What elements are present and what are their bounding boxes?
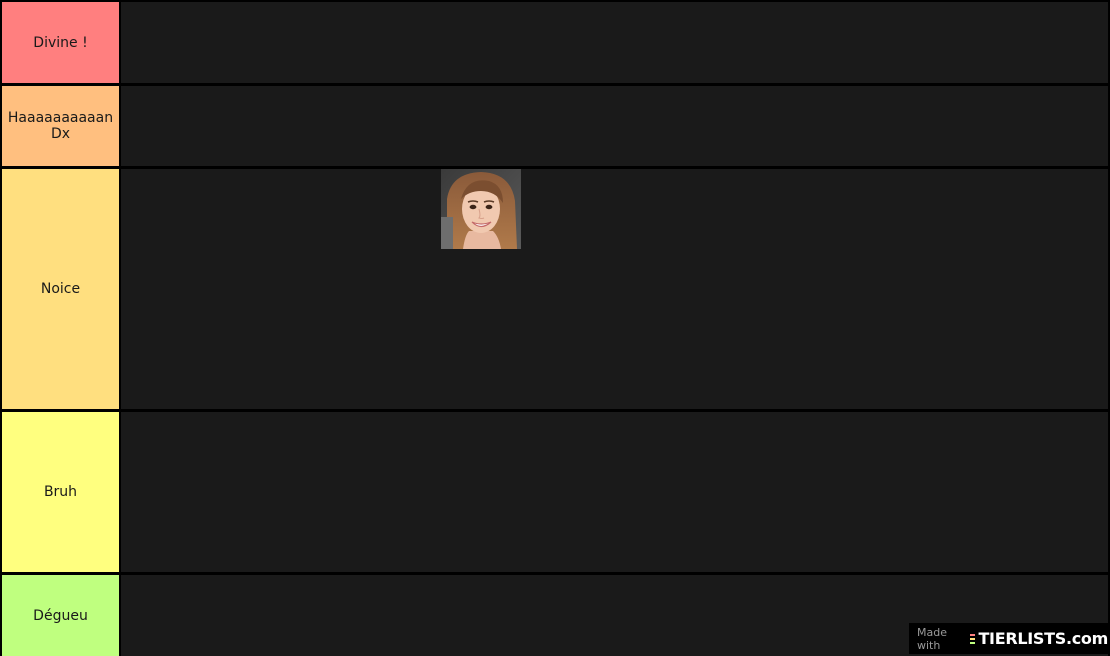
- logo-bar-red: [970, 633, 976, 636]
- tier-drop-zone-haaaan[interactable]: [121, 86, 1108, 166]
- tier-label-bruh[interactable]: Bruh: [2, 412, 119, 572]
- tier-label-haaaan[interactable]: Haaaaaaaaaan Dx: [2, 86, 119, 166]
- tier-label-degueu[interactable]: Dégueu: [2, 575, 119, 656]
- tier-drop-zone-bruh[interactable]: [121, 412, 1108, 572]
- tier-row-noice: Noice: [2, 169, 1108, 409]
- logo-bar-green: [970, 641, 976, 644]
- tierlists-logo-icon: [970, 633, 976, 644]
- made-with-watermark[interactable]: Made with TIERLISTS.com: [909, 623, 1108, 654]
- tierlists-brand: TIERLISTS.com: [978, 629, 1108, 648]
- tier-label-noice[interactable]: Noice: [2, 169, 119, 409]
- tier-list: Divine ! Haaaaaaaaaan Dx Noice Bruh Dégu…: [0, 0, 1110, 656]
- tier-row-haaaan: Haaaaaaaaaan Dx: [2, 86, 1108, 166]
- tier-drop-zone-divine[interactable]: [121, 2, 1108, 83]
- tier-item-portrait[interactable]: [441, 169, 521, 249]
- made-with-text: Made with: [917, 625, 947, 652]
- tier-row-bruh: Bruh: [2, 412, 1108, 572]
- tier-row-divine: Divine !: [2, 2, 1108, 83]
- logo-bar-yellow: [970, 637, 976, 640]
- portrait-photo-icon: [441, 169, 521, 249]
- tier-drop-zone-noice[interactable]: [121, 169, 1108, 409]
- tier-label-divine[interactable]: Divine !: [2, 2, 119, 83]
